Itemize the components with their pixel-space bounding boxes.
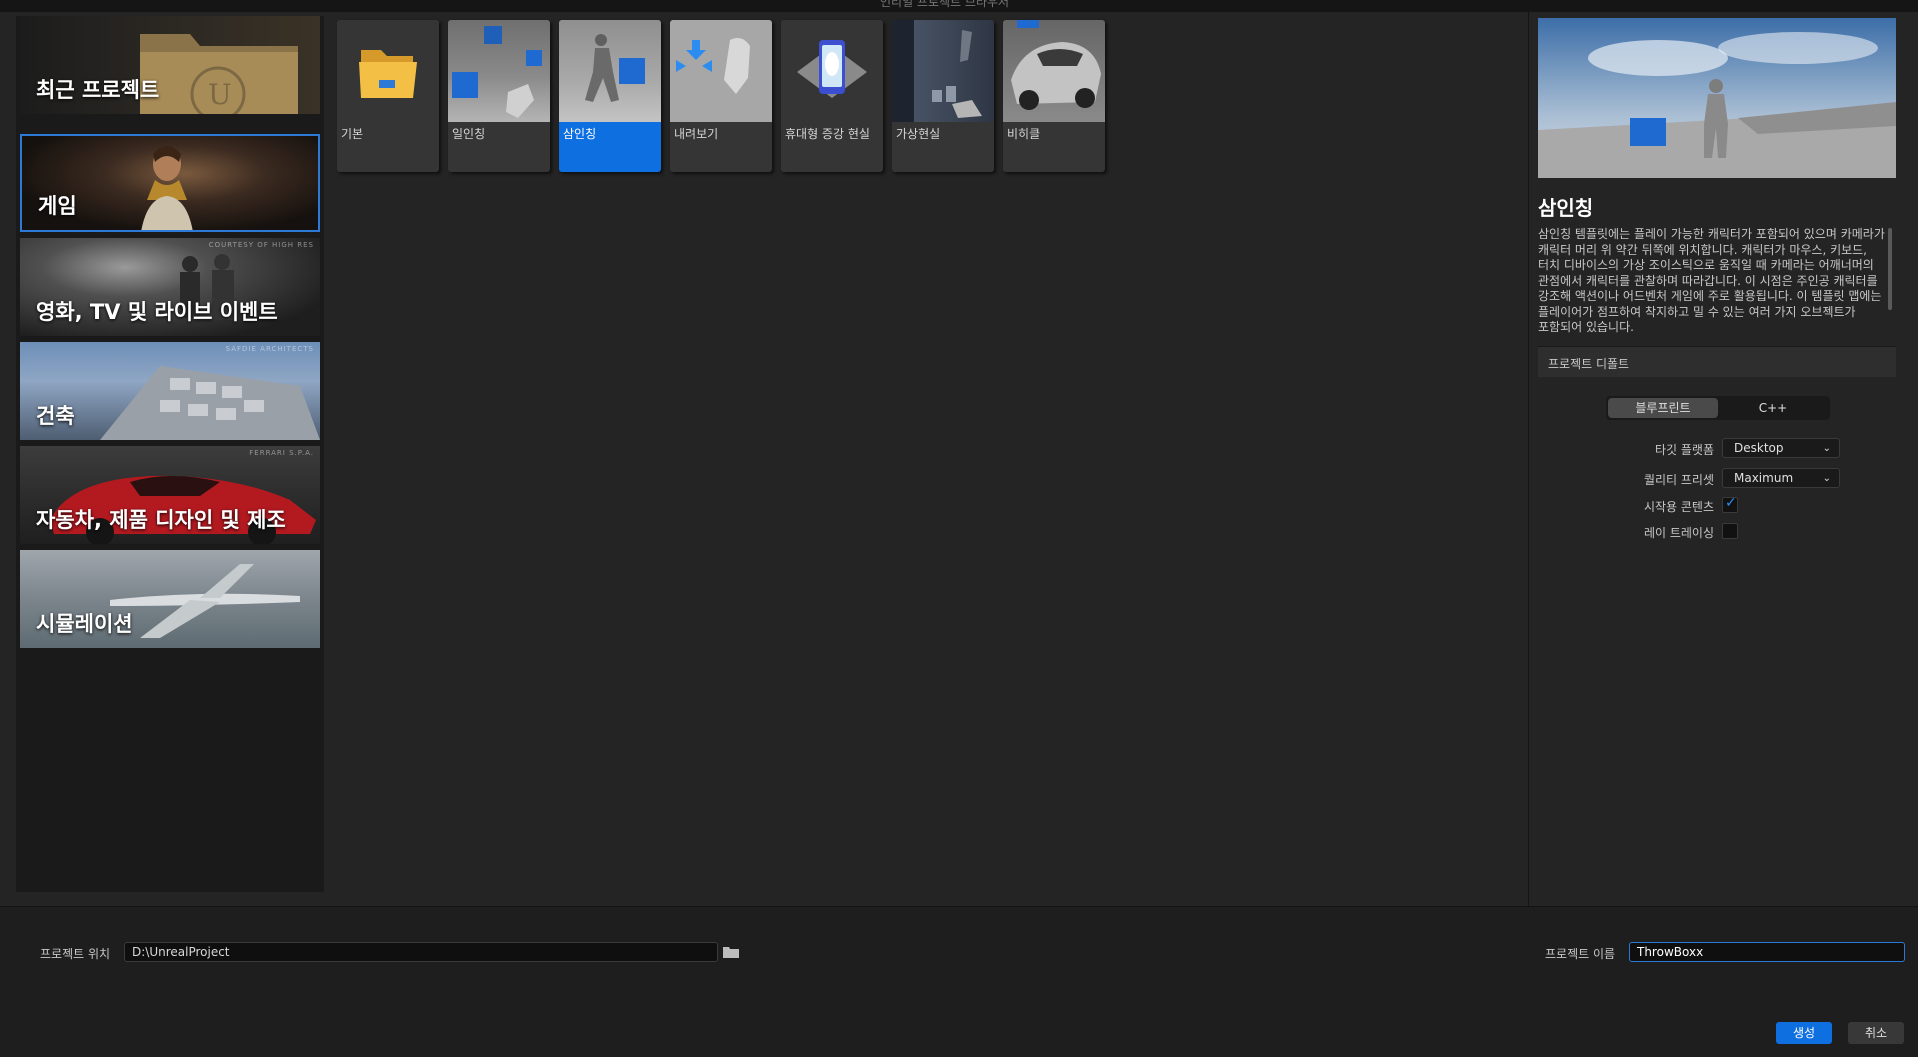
project-defaults-header: 프로젝트 디폴트 — [1538, 346, 1896, 377]
template-label: 비히클 — [1007, 127, 1041, 141]
template-label: 휴대형 증강 현실 — [785, 127, 870, 141]
template-label: 내려보기 — [674, 127, 719, 141]
template-tile-blank[interactable]: 기본 — [337, 20, 439, 172]
top-down-thumbnail — [676, 38, 750, 94]
project-name-label: 프로젝트 이름 — [1545, 947, 1616, 961]
category-label: 게임 — [38, 194, 77, 218]
category-architecture[interactable]: SAFDIE ARCHITECTS 건축 — [20, 342, 320, 440]
target-platform-value: Desktop — [1734, 441, 1784, 455]
quality-preset-dropdown[interactable]: Maximum ⌄ — [1722, 468, 1840, 488]
window-title: 언리얼 프로젝트 브라우저 — [880, 0, 1010, 9]
vehicle-thumbnail — [1011, 20, 1101, 110]
project-name-input[interactable]: ThrowBoxx — [1629, 942, 1905, 962]
vr-thumbnail — [892, 20, 982, 122]
project-location-label: 프로젝트 위치 — [40, 947, 111, 961]
chevron-down-icon: ⌄ — [1822, 443, 1831, 454]
target-platform-label: 타깃 플랫폼 — [1654, 443, 1714, 457]
description-scrollbar[interactable] — [1888, 228, 1892, 310]
template-title: 삼인칭 — [1538, 196, 1594, 220]
template-preview-image — [1538, 18, 1896, 178]
image-credit: COURTESY OF HIGH RES — [208, 241, 314, 249]
quality-preset-label: 퀄리티 프리셋 — [1643, 473, 1714, 487]
template-description: 삼인칭 템플릿에는 플레이 가능한 캐릭터가 포함되어 있으며 카메라가 캐릭터… — [1538, 227, 1885, 334]
chevron-down-icon: ⌄ — [1822, 473, 1831, 484]
template-tile-third-person[interactable]: 삼인칭 — [559, 20, 661, 172]
category-film-tv-live[interactable]: COURTESY OF HIGH RES 영화, TV 및 라이브 이벤트 — [20, 238, 320, 336]
checkmark-icon: ✓ — [1725, 495, 1737, 511]
raytracing-checkbox[interactable] — [1722, 523, 1738, 539]
template-tile-top-down[interactable]: 내려보기 — [670, 20, 772, 172]
building-image — [100, 366, 320, 440]
template-label: 삼인칭 — [563, 127, 597, 141]
template-tile-vehicle[interactable]: 비히클 — [1003, 20, 1105, 172]
template-label: 일인칭 — [452, 127, 486, 141]
image-credit: FERRARI S.P.A. — [249, 449, 314, 457]
section-title: 프로젝트 디폴트 — [1548, 357, 1630, 371]
folder-icon — [359, 50, 417, 98]
category-label: 건축 — [36, 404, 75, 428]
template-label: 가상현실 — [896, 127, 941, 141]
image-credit: SAFDIE ARCHITECTS — [225, 345, 314, 353]
target-platform-dropdown[interactable]: Desktop ⌄ — [1722, 438, 1840, 458]
title-bar: 언리얼 프로젝트 브라우저 — [0, 0, 1918, 12]
cpp-option[interactable]: C++ — [1718, 396, 1828, 420]
category-label: 최근 프로젝트 — [36, 78, 160, 102]
category-games[interactable]: 게임 — [20, 134, 320, 232]
template-label: 기본 — [341, 127, 364, 141]
project-location-input[interactable]: D:\UnrealProject — [124, 942, 718, 962]
third-person-thumbnail — [585, 34, 645, 102]
category-automotive[interactable]: FERRARI S.P.A. 자동차, 제품 디자인 및 제조 — [20, 446, 320, 544]
starter-content-checkbox[interactable]: ✓ — [1722, 495, 1738, 513]
character-portrait-image — [141, 146, 193, 230]
category-label: 영화, TV 및 라이브 이벤트 — [36, 300, 278, 324]
category-label: 시뮬레이션 — [36, 612, 133, 636]
category-simulation[interactable]: 시뮬레이션 — [20, 550, 320, 648]
svg-text:U: U — [208, 78, 232, 111]
folder-emblem-icon: U — [140, 34, 298, 114]
template-tile-first-person[interactable]: 일인칭 — [448, 20, 550, 172]
first-person-thumbnail — [452, 26, 542, 118]
cancel-button[interactable]: 취소 — [1848, 1022, 1904, 1044]
category-recent-projects[interactable]: U 최근 프로젝트 — [20, 16, 320, 114]
category-label: 자동차, 제품 디자인 및 제조 — [36, 508, 286, 532]
create-button[interactable]: 생성 — [1776, 1022, 1832, 1044]
category-panel: U 최근 프로젝트 게임 COURTESY OF HIGH RES 영화, TV… — [16, 16, 324, 892]
browse-folder-icon[interactable] — [723, 946, 739, 958]
quality-preset-value: Maximum — [1734, 471, 1794, 485]
handheld-ar-icon — [797, 40, 867, 98]
raytracing-label: 레이 트레이싱 — [1643, 526, 1714, 540]
template-tile-handheld-ar[interactable]: 휴대형 증강 현실 — [781, 20, 883, 172]
starter-content-label: 시작용 콘텐츠 — [1643, 500, 1714, 514]
panel-divider — [1528, 12, 1529, 906]
bottom-bar: 프로젝트 위치 D:\UnrealProject 프로젝트 이름 ThrowBo… — [0, 906, 1918, 1057]
blueprint-option[interactable]: 블루프린트 — [1608, 398, 1718, 418]
language-toggle: 블루프린트 C++ — [1606, 396, 1830, 420]
template-tile-virtual-reality[interactable]: 가상현실 — [892, 20, 994, 172]
